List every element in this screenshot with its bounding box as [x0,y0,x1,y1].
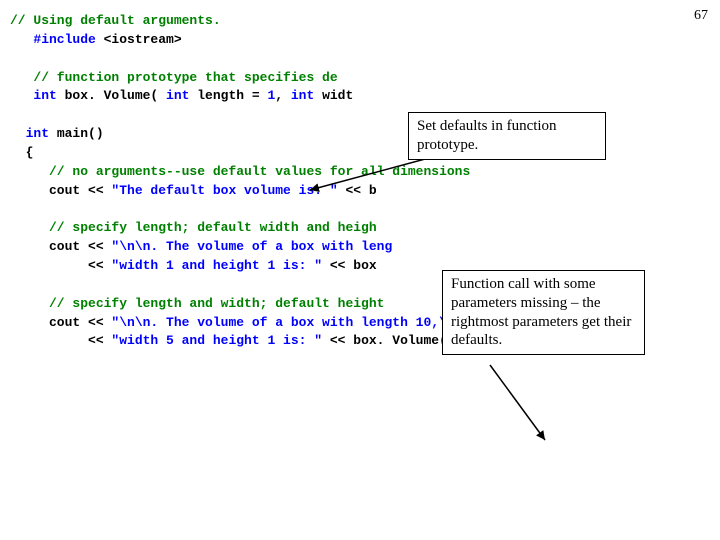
code-line: "The default box volume is: " [111,183,337,198]
code-line: cout << [10,315,111,330]
code-line: length = [189,88,267,103]
code-line: // specify length and width; default hei… [10,296,384,311]
code-line: int [166,88,189,103]
code-line: "\n\n. The volume of a box with length 1… [111,315,462,330]
code-line: // function prototype that specifies de [10,70,338,85]
code-line: cout << [10,239,111,254]
page-number: 67 [694,8,708,24]
code-line: <iostream> [104,32,182,47]
code-line: // no arguments--use default values for … [10,164,470,179]
code-line: "\n\n. The volume of a box with leng [111,239,392,254]
code-line: << [10,333,111,348]
arrow-icon [490,365,545,440]
code-line: "width 1 and height 1 is: " [111,258,322,273]
code-line: "width 5 and height 1 is: " [111,333,322,348]
callout-box: Function call with some parameters missi… [442,270,645,355]
code-line: << box [322,258,377,273]
code-line: int [10,126,49,141]
code-line: int [291,88,314,103]
code-line: #include [10,32,104,47]
code-line: << [10,258,111,273]
callout-box: Set defaults in function prototype. [408,112,606,160]
code-line: box. Volume( [57,88,166,103]
code-line: { [10,145,33,160]
code-line: << box. Volume( [322,333,455,348]
code-line: int [10,88,57,103]
code-line: << b [338,183,377,198]
code-line: , [275,88,291,103]
code-line: // specify length; default width and hei… [10,220,377,235]
code-line: cout << [10,183,111,198]
code-line: widt [314,88,353,103]
code-line: main() [49,126,104,141]
code-line: // Using default arguments. [10,13,221,28]
